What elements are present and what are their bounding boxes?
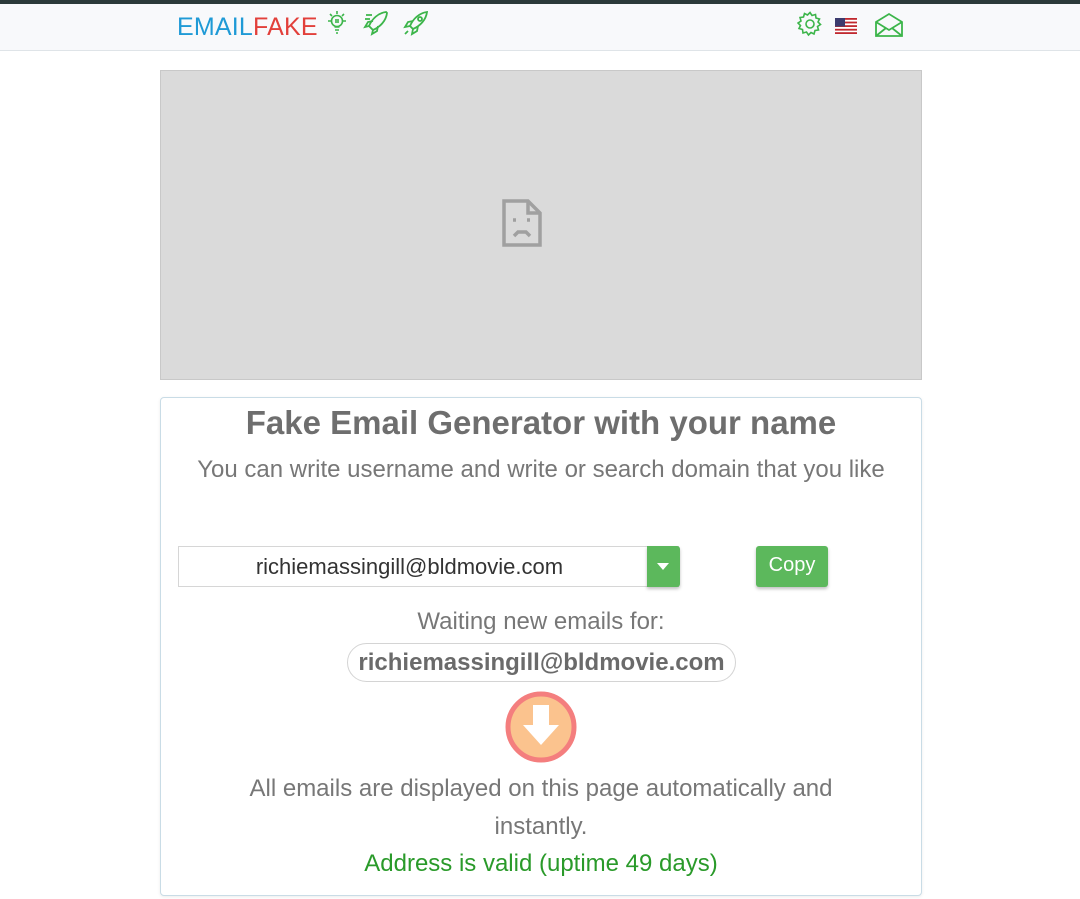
copy-button[interactable]: Copy <box>756 546 828 587</box>
navbar: EMAILFAKE <box>0 4 1080 51</box>
email-composer: @bldmovie.com <box>178 546 680 587</box>
address-valid-status: Address is valid (uptime 49 days) <box>364 850 718 877</box>
waiting-label: Waiting new emails for: <box>417 608 665 635</box>
envelope-open-icon[interactable] <box>874 12 904 38</box>
caret-down-icon <box>657 563 669 570</box>
gear-icon[interactable] <box>797 11 823 37</box>
us-flag-icon[interactable] <box>835 18 857 34</box>
arrow-down-circle-icon <box>505 691 577 768</box>
current-email-badge[interactable]: richiemassingill@bldmovie.com <box>347 643 736 682</box>
auto-display-text: All emails are displayed on this page au… <box>249 775 833 840</box>
brand-part-fake: FAKE <box>253 13 318 41</box>
generator-card: Fake Email Generator with your name You … <box>160 397 922 896</box>
rocket-list-icon[interactable] <box>362 9 390 37</box>
domain-select[interactable]: @bldmovie.com <box>405 547 647 586</box>
username-input[interactable] <box>179 547 405 586</box>
ad-placeholder <box>160 70 922 380</box>
lightbulb-icon[interactable] <box>325 10 349 36</box>
page-title: Fake Email Generator with your name <box>245 404 837 441</box>
domain-dropdown-button[interactable] <box>647 546 680 587</box>
brand-part-email: EMAIL <box>177 13 254 41</box>
broken-image-icon <box>501 198 543 253</box>
brand-logo[interactable]: EMAILFAKE <box>177 13 318 42</box>
rocket-icon[interactable] <box>402 9 430 37</box>
page-subtitle: You can write username and write or sear… <box>197 456 885 483</box>
